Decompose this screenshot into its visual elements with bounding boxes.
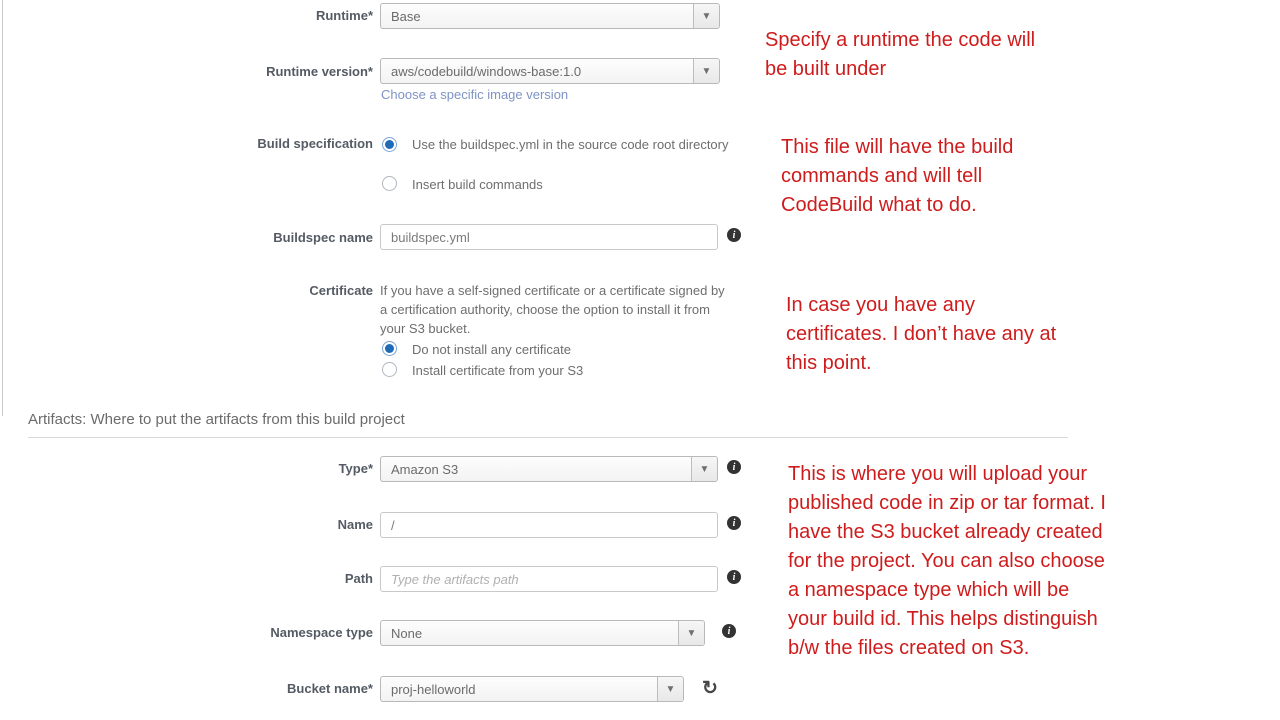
- annotation-line: for the project. You can also choose: [788, 547, 1106, 576]
- annotation-line: This is where you will upload your: [788, 460, 1106, 489]
- radio-install-certificate-label: Install certificate from your S3: [412, 362, 583, 380]
- annotation-line: In case you have any: [786, 291, 1056, 320]
- screenshot-left-border: [2, 0, 3, 416]
- choose-image-version-link[interactable]: Choose a specific image version: [381, 87, 568, 102]
- certificate-label: Certificate: [0, 283, 373, 298]
- annotation-artifacts: This is where you will upload your publi…: [788, 460, 1106, 663]
- artifacts-section-title: Artifacts: Where to put the artifacts fr…: [28, 411, 405, 428]
- annotation-line: CodeBuild what to do.: [781, 191, 1013, 220]
- runtime-select-value: Base: [381, 4, 693, 28]
- chevron-down-icon[interactable]: ▼: [693, 4, 719, 28]
- section-divider: [28, 437, 1068, 438]
- annotation-line: be built under: [765, 55, 1035, 84]
- buildspec-name-label: Buildspec name: [0, 230, 373, 245]
- annotation-line: commands and will tell: [781, 162, 1013, 191]
- annotation-line: published code in zip or tar format. I: [788, 489, 1106, 518]
- chevron-down-icon[interactable]: ▼: [691, 457, 717, 481]
- namespace-type-label: Namespace type: [0, 625, 373, 640]
- refresh-icon[interactable]: ↻: [702, 679, 718, 698]
- artifacts-name-input[interactable]: [380, 512, 718, 538]
- info-icon[interactable]: i: [727, 570, 741, 584]
- bucket-name-label: Bucket name*: [0, 681, 373, 696]
- chevron-down-icon[interactable]: ▼: [657, 677, 683, 701]
- runtime-label: Runtime*: [0, 8, 373, 23]
- info-icon[interactable]: i: [722, 624, 736, 638]
- annotation-line: your build id. This helps distinguish: [788, 605, 1106, 634]
- bucket-name-select-value: proj-helloworld: [381, 677, 657, 701]
- radio-use-buildspec[interactable]: [382, 137, 397, 152]
- annotation-line: Specify a runtime the code will: [765, 26, 1035, 55]
- runtime-select[interactable]: Base ▼: [380, 3, 720, 29]
- runtime-version-select-value: aws/codebuild/windows-base:1.0: [381, 59, 693, 83]
- annotation-certificate: In case you have any certificates. I don…: [786, 291, 1056, 378]
- artifacts-name-label: Name: [0, 517, 373, 532]
- annotation-line: have the S3 bucket already created: [788, 518, 1106, 547]
- namespace-type-select-value: None: [381, 621, 678, 645]
- annotation-line: certificates. I don’t have any at: [786, 320, 1056, 349]
- artifacts-type-select-value: Amazon S3: [381, 457, 691, 481]
- artifacts-path-label: Path: [0, 571, 373, 586]
- buildspec-name-input[interactable]: [380, 224, 718, 250]
- radio-use-buildspec-label: Use the buildspec.yml in the source code…: [412, 136, 734, 154]
- bucket-name-select[interactable]: proj-helloworld ▼: [380, 676, 684, 702]
- namespace-type-select[interactable]: None ▼: [380, 620, 705, 646]
- build-specification-label: Build specification: [0, 136, 373, 151]
- artifacts-type-label: Type*: [0, 461, 373, 476]
- annotation-runtime: Specify a runtime the code will be built…: [765, 26, 1035, 84]
- info-icon[interactable]: i: [727, 516, 741, 530]
- certificate-description: If you have a self-signed certificate or…: [380, 281, 728, 338]
- radio-install-certificate[interactable]: [382, 362, 397, 377]
- radio-no-certificate-label: Do not install any certificate: [412, 341, 571, 359]
- annotation-line: b/w the files created on S3.: [788, 634, 1106, 663]
- artifacts-type-select[interactable]: Amazon S3 ▼: [380, 456, 718, 482]
- annotation-line: a namespace type which will be: [788, 576, 1106, 605]
- chevron-down-icon[interactable]: ▼: [678, 621, 704, 645]
- radio-insert-build-commands[interactable]: [382, 176, 397, 191]
- info-icon[interactable]: i: [727, 228, 741, 242]
- info-icon[interactable]: i: [727, 460, 741, 474]
- artifacts-path-input[interactable]: [380, 566, 718, 592]
- annotation-buildspec: This file will have the build commands a…: [781, 133, 1013, 220]
- chevron-down-icon[interactable]: ▼: [693, 59, 719, 83]
- radio-no-certificate[interactable]: [382, 341, 397, 356]
- annotation-line: this point.: [786, 349, 1056, 378]
- radio-insert-build-commands-label: Insert build commands: [412, 176, 543, 194]
- slide-canvas: Runtime* Base ▼ Runtime version* aws/cod…: [0, 0, 1280, 720]
- runtime-version-label: Runtime version*: [0, 64, 373, 79]
- annotation-line: This file will have the build: [781, 133, 1013, 162]
- runtime-version-select[interactable]: aws/codebuild/windows-base:1.0 ▼: [380, 58, 720, 84]
